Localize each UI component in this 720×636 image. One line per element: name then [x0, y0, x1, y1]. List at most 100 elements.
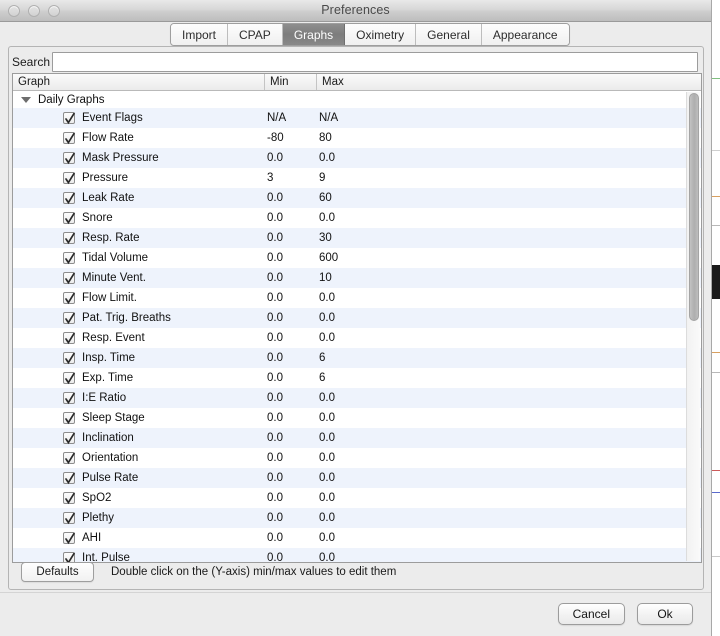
max-cell[interactable]: 0.0 — [317, 152, 701, 164]
min-cell[interactable]: 0.0 — [265, 412, 317, 424]
max-cell[interactable]: 0.0 — [317, 312, 701, 324]
table-row[interactable]: Flow Rate -80 80 — [13, 128, 701, 148]
table-row[interactable]: Resp. Event 0.0 0.0 — [13, 328, 701, 348]
max-cell[interactable]: 10 — [317, 272, 701, 284]
max-cell[interactable]: 0.0 — [317, 432, 701, 444]
min-cell[interactable]: 0.0 — [265, 272, 317, 284]
checkbox-icon[interactable] — [63, 492, 75, 505]
min-cell[interactable]: 0.0 — [265, 152, 317, 164]
table-row[interactable]: SpO2 0.0 0.0 — [13, 488, 701, 508]
max-cell[interactable]: 0.0 — [317, 412, 701, 424]
table-row[interactable]: Minute Vent. 0.0 10 — [13, 268, 701, 288]
max-cell[interactable]: 0.0 — [317, 292, 701, 304]
tab-oximetry[interactable]: Oximetry — [345, 24, 417, 45]
checkbox-icon[interactable] — [63, 532, 75, 545]
min-cell[interactable]: 0.0 — [265, 352, 317, 364]
checkbox-icon[interactable] — [63, 232, 75, 245]
table-row[interactable]: AHI 0.0 0.0 — [13, 528, 701, 548]
min-cell[interactable]: 0.0 — [265, 232, 317, 244]
min-cell[interactable]: 0.0 — [265, 472, 317, 484]
max-cell[interactable]: 6 — [317, 352, 701, 364]
max-cell[interactable]: 0.0 — [317, 212, 701, 224]
table-row[interactable]: Inclination 0.0 0.0 — [13, 428, 701, 448]
min-cell[interactable]: 0.0 — [265, 492, 317, 504]
max-cell[interactable]: 0.0 — [317, 452, 701, 464]
table-row[interactable]: Leak Rate 0.0 60 — [13, 188, 701, 208]
min-cell[interactable]: 0.0 — [265, 532, 317, 544]
table-row[interactable]: Pulse Rate 0.0 0.0 — [13, 468, 701, 488]
table-row[interactable]: Mask Pressure 0.0 0.0 — [13, 148, 701, 168]
tab-import[interactable]: Import — [171, 24, 229, 45]
min-cell[interactable]: 0.0 — [265, 192, 317, 204]
min-cell[interactable]: 0.0 — [265, 512, 317, 524]
checkbox-icon[interactable] — [63, 112, 75, 125]
tab-general[interactable]: General — [416, 24, 482, 45]
column-header-max[interactable]: Max — [317, 74, 701, 90]
checkbox-icon[interactable] — [63, 412, 75, 425]
tree-group-daily-graphs[interactable]: Daily Graphs — [13, 91, 701, 108]
min-cell[interactable]: N/A — [265, 112, 317, 124]
checkbox-icon[interactable] — [63, 512, 75, 525]
max-cell[interactable]: 6 — [317, 372, 701, 384]
max-cell[interactable]: 0.0 — [317, 512, 701, 524]
min-cell[interactable]: 0.0 — [265, 252, 317, 264]
max-cell[interactable]: 30 — [317, 232, 701, 244]
min-cell[interactable]: 0.0 — [265, 372, 317, 384]
vertical-scrollbar[interactable] — [686, 92, 700, 561]
max-cell[interactable]: 0.0 — [317, 532, 701, 544]
table-row[interactable]: Orientation 0.0 0.0 — [13, 448, 701, 468]
table-row[interactable]: Insp. Time 0.0 6 — [13, 348, 701, 368]
max-cell[interactable]: 80 — [317, 132, 701, 144]
max-cell[interactable]: 0.0 — [317, 392, 701, 404]
max-cell[interactable]: 0.0 — [317, 492, 701, 504]
max-cell[interactable]: 9 — [317, 172, 701, 184]
table-row[interactable]: Resp. Rate 0.0 30 — [13, 228, 701, 248]
checkbox-icon[interactable] — [63, 152, 75, 165]
ok-button[interactable]: Ok — [637, 603, 693, 625]
column-header-min[interactable]: Min — [265, 74, 317, 90]
table-row[interactable]: Snore 0.0 0.0 — [13, 208, 701, 228]
search-input[interactable] — [52, 52, 698, 72]
table-row[interactable]: Flow Limit. 0.0 0.0 — [13, 288, 701, 308]
min-cell[interactable]: 0.0 — [265, 212, 317, 224]
min-cell[interactable]: 0.0 — [265, 332, 317, 344]
checkbox-icon[interactable] — [63, 192, 75, 205]
scrollbar-thumb[interactable] — [689, 93, 699, 321]
checkbox-icon[interactable] — [63, 172, 75, 185]
min-cell[interactable]: 0.0 — [265, 432, 317, 444]
tab-cpap[interactable]: CPAP — [228, 24, 283, 45]
max-cell[interactable]: 60 — [317, 192, 701, 204]
min-cell[interactable]: 0.0 — [265, 452, 317, 464]
table-row[interactable]: Pat. Trig. Breaths 0.0 0.0 — [13, 308, 701, 328]
min-cell[interactable]: 0.0 — [265, 292, 317, 304]
max-cell[interactable]: N/A — [317, 112, 701, 124]
min-cell[interactable]: -80 — [265, 132, 317, 144]
min-cell[interactable]: 0.0 — [265, 392, 317, 404]
checkbox-icon[interactable] — [63, 212, 75, 225]
checkbox-icon[interactable] — [63, 292, 75, 305]
checkbox-icon[interactable] — [63, 392, 75, 405]
checkbox-icon[interactable] — [63, 452, 75, 465]
chevron-down-icon[interactable] — [21, 96, 31, 103]
max-cell[interactable]: 0.0 — [317, 472, 701, 484]
checkbox-icon[interactable] — [63, 332, 75, 345]
checkbox-icon[interactable] — [63, 472, 75, 485]
checkbox-icon[interactable] — [63, 252, 75, 265]
min-cell[interactable]: 0.0 — [265, 312, 317, 324]
table-row[interactable]: Exp. Time 0.0 6 — [13, 368, 701, 388]
checkbox-icon[interactable] — [63, 352, 75, 365]
checkbox-icon[interactable] — [63, 132, 75, 145]
max-cell[interactable]: 0.0 — [317, 332, 701, 344]
checkbox-icon[interactable] — [63, 372, 75, 385]
table-row[interactable]: Pressure 3 9 — [13, 168, 701, 188]
table-row[interactable]: Sleep Stage 0.0 0.0 — [13, 408, 701, 428]
table-row[interactable]: Plethy 0.0 0.0 — [13, 508, 701, 528]
min-cell[interactable]: 3 — [265, 172, 317, 184]
checkbox-icon[interactable] — [63, 312, 75, 325]
checkbox-icon[interactable] — [63, 432, 75, 445]
table-row[interactable]: Tidal Volume 0.0 600 — [13, 248, 701, 268]
column-header-graph[interactable]: Graph — [13, 74, 265, 90]
table-row[interactable]: I:E Ratio 0.0 0.0 — [13, 388, 701, 408]
tab-graphs[interactable]: Graphs — [282, 24, 346, 45]
defaults-button[interactable]: Defaults — [21, 562, 94, 582]
